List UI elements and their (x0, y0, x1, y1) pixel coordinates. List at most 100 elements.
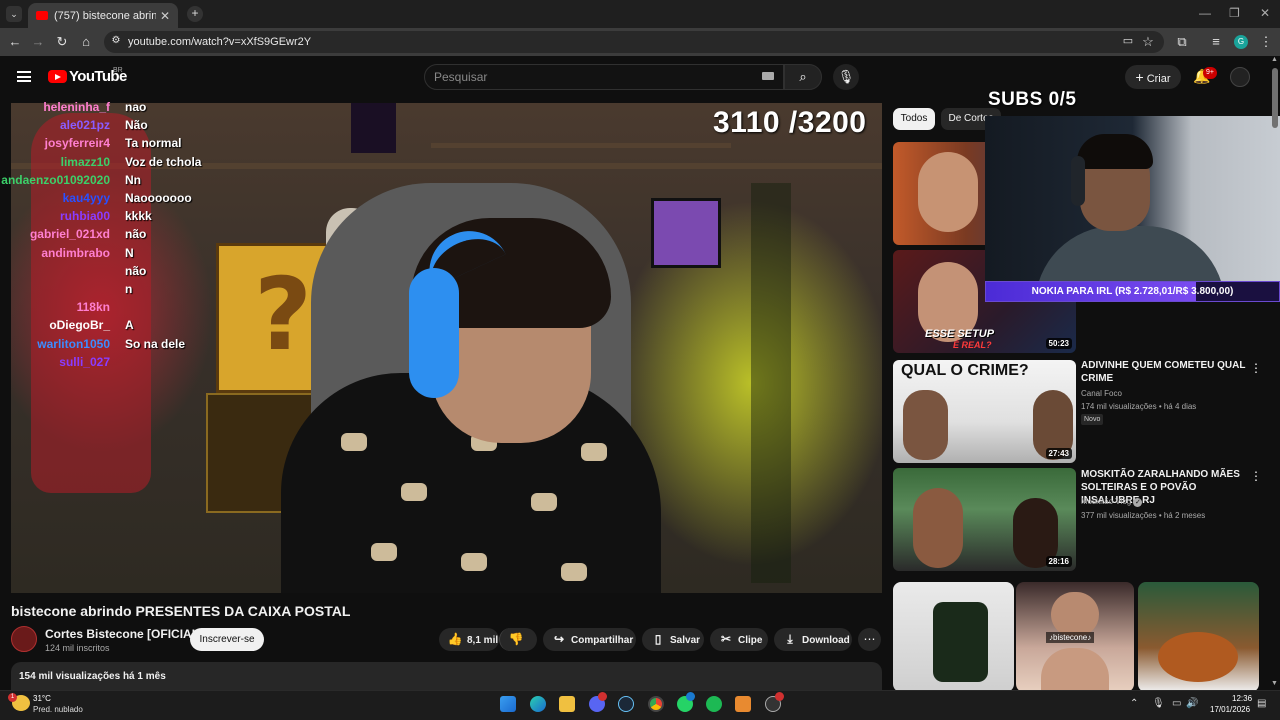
extensions-icon[interactable]: ⧉ (1174, 34, 1190, 50)
share-icon: ↪ (553, 632, 565, 646)
chat-text: N (125, 245, 134, 260)
maximize-icon[interactable]: ❐ (1229, 6, 1240, 20)
chrome-icon[interactable] (648, 696, 664, 712)
scroll-down-icon[interactable]: ▼ (1271, 680, 1278, 687)
chat-username: limazz10 (60, 154, 110, 169)
clock-time[interactable]: 12:36 (1232, 694, 1252, 703)
site-info-icon[interactable]: ⚙ (108, 35, 124, 46)
chat-message: ale021pz Não (0, 118, 220, 136)
related-channel[interactable]: Canal Foco (1081, 389, 1122, 398)
home-icon[interactable]: ⌂ (78, 34, 94, 49)
thumb-jar (933, 602, 988, 682)
volume-icon[interactable]: 🔊 (1186, 698, 1198, 709)
related-channel[interactable]: Moskitão Vlog ✓ (1081, 497, 1143, 507)
create-button[interactable]: + Criar (1125, 65, 1181, 89)
save-label: Salvar (670, 635, 701, 646)
bookmark-star-icon[interactable]: ☆ (1140, 34, 1156, 50)
webcam-person-hair (1077, 134, 1153, 169)
reload-icon[interactable]: ↻ (54, 34, 70, 50)
voice-search-button[interactable]: 🎙 (833, 64, 859, 90)
scroll-up-icon[interactable]: ▲ (1271, 56, 1278, 63)
browser-menu-icon[interactable]: ⋮ (1258, 34, 1274, 50)
related-thumbnail[interactable]: 28:16 (893, 468, 1076, 571)
chat-message: sulli_027 (0, 355, 220, 373)
thumb-text: É REAL? (953, 340, 992, 350)
chat-username: ale021pz (59, 118, 110, 133)
chip-todos[interactable]: Todos (893, 108, 935, 130)
search-button[interactable]: ⌕ (784, 64, 822, 90)
scrollbar-thumb[interactable] (1272, 68, 1278, 128)
thumbs-up-icon: 👍 (447, 632, 463, 646)
youtube-logo-icon[interactable] (48, 70, 67, 83)
save-button[interactable]: ▯ Salvar (642, 628, 704, 651)
page-scrollbar[interactable] (1271, 64, 1278, 624)
network-icon[interactable]: ▭ (1172, 698, 1181, 709)
file-explorer-icon[interactable] (559, 696, 575, 712)
clip-label: Clipe (738, 635, 763, 646)
subscribe-button[interactable]: Inscrever-se (190, 628, 264, 651)
mic-tray-icon[interactable]: 🎙 (1152, 698, 1165, 709)
related-meta: 377 mil visualizações • há 2 meses (1081, 511, 1206, 520)
chat-username: ruhbia00 (59, 209, 110, 224)
new-tab-button[interactable]: + (187, 6, 203, 22)
keyboard-icon[interactable] (762, 72, 774, 80)
steam-icon[interactable] (618, 696, 634, 712)
subscriber-count: 124 mil inscritos (45, 643, 110, 653)
like-button[interactable]: 👍 8,1 mil (439, 628, 499, 651)
channel-name[interactable]: Cortes Bistecone [OFICIAL] (45, 627, 203, 641)
url-text: youtube.com/watch?v=xXfS9GEwr2Y (128, 36, 312, 48)
video-duration: 50:23 (1045, 338, 1072, 349)
profile-avatar[interactable]: G (1234, 35, 1248, 49)
chat-username: oDiegoBr_ (49, 318, 110, 333)
subs-goal-text: SUBS 0/5 (988, 89, 1077, 110)
shorts-thumbnail[interactable] (1138, 582, 1259, 692)
webcam-overlay (985, 116, 1280, 302)
more-actions-button[interactable]: ⋯ (858, 628, 881, 651)
share-button[interactable]: ↪ Compartilhar (543, 628, 636, 651)
chat-text: não (125, 227, 147, 242)
guide-menu-icon[interactable] (17, 71, 31, 82)
related-video-title[interactable]: ADIVINHE QUEM COMETEU QUAL CRIME (1081, 359, 1251, 385)
tab-search-button[interactable]: ⌄ (6, 6, 22, 22)
notifications-tray-icon[interactable]: ▤ (1257, 698, 1266, 709)
shorts-thumbnail[interactable] (893, 582, 1014, 692)
search-icon: ⌕ (799, 69, 807, 84)
chat-username: josyferreir4 (44, 136, 110, 151)
video-options-icon[interactable]: ⋮ (1250, 469, 1262, 483)
dislike-button[interactable]: 👎 (499, 628, 537, 651)
thumbs-down-icon: 👎 (508, 632, 524, 646)
app-icon[interactable] (735, 696, 751, 712)
tray-overflow-icon[interactable]: ⌃ (1130, 698, 1138, 709)
video-options-icon[interactable]: ⋮ (1250, 361, 1262, 375)
related-thumbnail[interactable]: QUAL O CRIME? 27:43 (893, 360, 1076, 463)
chat-message: andimbrabo N (0, 246, 220, 264)
close-window-icon[interactable]: ✕ (1260, 6, 1270, 20)
close-tab-icon[interactable]: ✕ (160, 9, 170, 23)
notifications-badge: 9+ (1203, 67, 1217, 79)
like-count: 8,1 mil (467, 635, 499, 646)
cast-icon[interactable]: ▭ (1120, 34, 1136, 47)
webcam-headset-icon (1071, 156, 1085, 206)
wall-poster (351, 103, 396, 153)
clock-date[interactable]: 17/01/2026 (1210, 705, 1250, 714)
channel-avatar[interactable] (11, 626, 37, 652)
account-avatar[interactable] (1230, 67, 1250, 87)
clip-button[interactable]: ✂ Clipe (710, 628, 768, 651)
spotify-icon[interactable] (706, 696, 722, 712)
media-control-icon[interactable]: ≡ (1208, 34, 1224, 49)
minimize-icon[interactable]: — (1199, 6, 1211, 20)
create-label: Criar (1146, 73, 1171, 85)
youtube-favicon-icon (36, 11, 48, 20)
back-icon[interactable]: ← (7, 34, 23, 49)
download-label: Download (802, 635, 850, 646)
thumb-person (903, 390, 948, 460)
edge-browser-icon[interactable] (530, 696, 546, 712)
forward-icon[interactable]: → (30, 34, 46, 49)
headphones-icon (409, 268, 459, 398)
chat-message: n (0, 282, 220, 300)
download-button[interactable]: ⤓ Download (774, 628, 852, 651)
whatsapp-badge-icon (686, 692, 695, 701)
shorts-thumbnail[interactable]: ♪bistecone♪ (1016, 582, 1134, 692)
windows-start-icon[interactable] (500, 696, 516, 712)
browser-tab-active[interactable]: (757) bistecone abrindo PRESENTES ✕ (28, 3, 178, 28)
